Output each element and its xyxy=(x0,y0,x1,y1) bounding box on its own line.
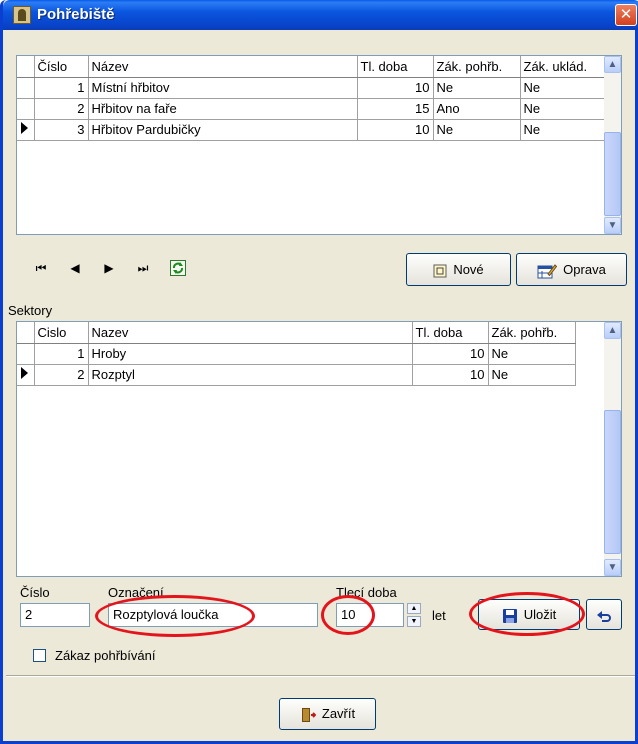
sectors-grid[interactable]: Cislo Nazev Tl. doba Zák. pohřb. 1 Hroby… xyxy=(16,321,622,577)
column-header-period[interactable]: Tl. doba xyxy=(412,322,489,344)
cell-storage-ban[interactable]: Ne xyxy=(520,98,607,120)
cell-name[interactable]: Rozptyl xyxy=(88,364,413,386)
period-unit-label: let xyxy=(432,608,446,623)
table-row[interactable]: 3 Hřbitov Pardubičky 10 Ne Ne xyxy=(17,119,607,141)
column-header-storage-ban[interactable]: Zák. uklád. xyxy=(520,56,607,78)
spin-down-icon[interactable]: ▼ xyxy=(407,616,421,627)
undo-icon xyxy=(597,610,611,622)
cell-number[interactable]: 1 xyxy=(34,343,89,365)
cell-storage-ban[interactable]: Ne xyxy=(520,77,607,99)
edit-button[interactable]: Oprava xyxy=(516,253,627,286)
cemetery-window: Pohřebiště ✕ Číslo Název Tl. doba Zák. p… xyxy=(0,0,638,744)
period-spinner[interactable]: ▲ ▼ xyxy=(407,603,421,627)
column-header-number[interactable]: Cislo xyxy=(34,322,89,344)
highlight-oval-designation xyxy=(95,595,255,637)
spin-up-icon[interactable]: ▲ xyxy=(407,603,421,614)
column-header-name[interactable]: Název xyxy=(88,56,358,78)
scroll-thumb[interactable] xyxy=(604,132,621,216)
cemeteries-header-row: Číslo Název Tl. doba Zák. pohřb. Zák. uk… xyxy=(17,56,607,78)
row-indicator-header xyxy=(17,56,35,78)
cell-period[interactable]: 10 xyxy=(412,364,489,386)
cell-burial-ban[interactable]: Ne xyxy=(488,343,576,365)
highlight-oval-save xyxy=(469,592,585,636)
burial-ban-checkbox[interactable] xyxy=(33,649,46,662)
cell-period[interactable]: 10 xyxy=(357,119,434,141)
table-row[interactable]: 1 Hroby 10 Ne xyxy=(17,343,576,365)
table-row[interactable]: 1 Místní hřbitov 10 Ne Ne xyxy=(17,77,607,99)
cell-number[interactable]: 2 xyxy=(34,364,89,386)
cemetery-icon xyxy=(13,6,31,24)
cell-period[interactable]: 10 xyxy=(412,343,489,365)
nav-prior-icon[interactable]: ◀ xyxy=(65,258,85,278)
sectors-title: Sektory xyxy=(8,303,53,318)
column-header-burial-ban[interactable]: Zák. pohřb. xyxy=(488,322,576,344)
row-indicator-current[interactable] xyxy=(17,119,35,141)
column-header-name[interactable]: Nazev xyxy=(88,322,413,344)
current-row-arrow-icon xyxy=(21,122,28,134)
cell-name[interactable]: Hřbitov na faře xyxy=(88,98,358,120)
cell-storage-ban[interactable]: Ne xyxy=(520,119,607,141)
refresh-icon[interactable] xyxy=(169,259,187,277)
column-header-burial-ban[interactable]: Zák. pohřb. xyxy=(433,56,521,78)
cell-period[interactable]: 10 xyxy=(357,77,434,99)
cemeteries-scrollbar[interactable]: ▲ ▼ xyxy=(604,56,621,234)
close-button-label: Zavřít xyxy=(321,706,356,721)
scroll-thumb[interactable] xyxy=(604,410,621,554)
cell-name[interactable]: Hroby xyxy=(88,343,413,365)
row-indicator-current[interactable] xyxy=(17,364,35,386)
nav-last-icon[interactable]: ⏭ xyxy=(133,258,153,278)
scroll-up-icon[interactable]: ▲ xyxy=(604,56,621,73)
column-header-period[interactable]: Tl. doba xyxy=(357,56,434,78)
cell-name[interactable]: Místní hřbitov xyxy=(88,77,358,99)
cell-burial-ban[interactable]: Ano xyxy=(433,98,521,120)
sectors-header-row: Cislo Nazev Tl. doba Zák. pohřb. xyxy=(17,322,576,344)
scroll-down-icon[interactable]: ▼ xyxy=(604,559,621,576)
title-bar[interactable]: Pohřebiště ✕ xyxy=(3,0,638,30)
cell-burial-ban[interactable]: Ne xyxy=(433,119,521,141)
exit-door-icon xyxy=(301,707,316,722)
cell-period[interactable]: 15 xyxy=(357,98,434,120)
divider xyxy=(6,675,635,677)
number-field[interactable]: 2 xyxy=(20,603,90,627)
cell-number[interactable]: 1 xyxy=(34,77,89,99)
close-button[interactable]: Zavřít xyxy=(279,698,376,730)
scroll-up-icon[interactable]: ▲ xyxy=(604,322,621,339)
current-row-arrow-icon xyxy=(21,367,28,379)
number-label: Číslo xyxy=(20,585,50,600)
edit-icon xyxy=(537,263,558,279)
cell-burial-ban[interactable]: Ne xyxy=(488,364,576,386)
scroll-down-icon[interactable]: ▼ xyxy=(604,217,621,234)
highlight-oval-period xyxy=(321,595,375,635)
row-indicator-header xyxy=(17,322,35,344)
column-header-number[interactable]: Číslo xyxy=(34,56,89,78)
sectors-scrollbar[interactable]: ▲ ▼ xyxy=(604,322,621,576)
close-window-button[interactable]: ✕ xyxy=(615,4,637,26)
table-row[interactable]: 2 Hřbitov na faře 15 Ano Ne xyxy=(17,98,607,120)
row-indicator[interactable] xyxy=(17,98,35,120)
cell-name[interactable]: Hřbitov Pardubičky xyxy=(88,119,358,141)
undo-button[interactable] xyxy=(586,599,622,630)
nav-first-icon[interactable]: ⏮ xyxy=(31,258,51,278)
cell-burial-ban[interactable]: Ne xyxy=(433,77,521,99)
new-button-label: Nové xyxy=(453,262,484,277)
edit-button-label: Oprava xyxy=(563,262,606,277)
cemeteries-grid[interactable]: Číslo Název Tl. doba Zák. pohřb. Zák. uk… xyxy=(16,55,622,235)
row-indicator[interactable] xyxy=(17,77,35,99)
nav-next-icon[interactable]: ▶ xyxy=(99,258,119,278)
row-indicator[interactable] xyxy=(17,343,35,365)
burial-ban-label: Zákaz pohřbívání xyxy=(55,648,156,663)
cell-number[interactable]: 3 xyxy=(34,119,89,141)
new-record-icon xyxy=(433,264,447,278)
window-title: Pohřebiště xyxy=(37,6,115,23)
new-button[interactable]: Nové xyxy=(406,253,511,286)
table-row[interactable]: 2 Rozptyl 10 Ne xyxy=(17,364,576,386)
cell-number[interactable]: 2 xyxy=(34,98,89,120)
